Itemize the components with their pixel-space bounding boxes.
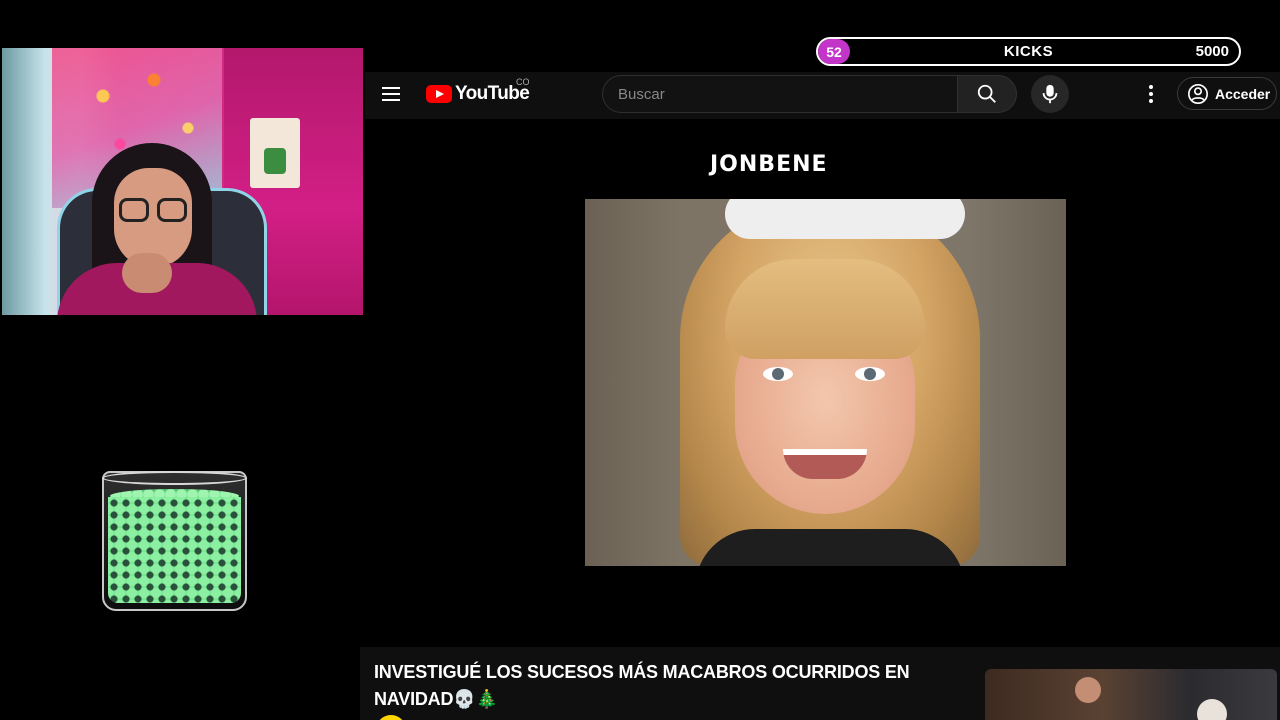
photo-shoulders bbox=[695, 529, 965, 566]
signin-button[interactable]: Acceder bbox=[1177, 77, 1277, 110]
voice-search-button[interactable] bbox=[1031, 75, 1069, 113]
photo-bangs bbox=[725, 259, 925, 359]
bean-jar-widget bbox=[102, 471, 247, 611]
thumbnail-person bbox=[1075, 677, 1101, 703]
video-overlay-title: JONBENE bbox=[710, 152, 828, 177]
video-player[interactable]: JONBENE bbox=[365, 120, 1280, 645]
jar-rim bbox=[102, 471, 247, 485]
signin-label: Acceder bbox=[1215, 85, 1271, 102]
photo-eye-right bbox=[855, 367, 885, 381]
youtube-logo-icon bbox=[426, 85, 452, 103]
country-code: CO bbox=[516, 77, 530, 87]
video-photo bbox=[585, 199, 1066, 566]
kicks-goal: 5000 bbox=[1195, 43, 1229, 60]
related-video-thumbnail[interactable] bbox=[985, 669, 1277, 720]
photo-bow bbox=[725, 199, 965, 239]
kicks-label: KICKS bbox=[1003, 43, 1054, 60]
more-vert-icon[interactable] bbox=[1141, 82, 1161, 106]
jar-beans bbox=[108, 497, 241, 603]
glasses bbox=[119, 198, 189, 224]
wall-poster bbox=[250, 118, 300, 188]
search-icon bbox=[977, 84, 996, 103]
youtube-logo[interactable]: YouTube CO bbox=[426, 77, 530, 105]
webcam-overlay bbox=[2, 48, 363, 315]
menu-icon[interactable] bbox=[382, 85, 402, 103]
thumbnail-plush bbox=[1197, 699, 1227, 720]
kicks-goal-bar: 52 KICKS 5000 bbox=[816, 37, 1241, 66]
video-info-panel: INVESTIGUÉ LOS SUCESOS MÁS MACABROS OCUR… bbox=[360, 647, 1280, 720]
account-icon bbox=[1188, 83, 1208, 104]
streamer-hand bbox=[122, 253, 172, 293]
video-headline[interactable]: INVESTIGUÉ LOS SUCESOS MÁS MACABROS OCUR… bbox=[374, 659, 934, 713]
mic-icon bbox=[1042, 84, 1058, 104]
search-button[interactable] bbox=[957, 75, 1017, 113]
youtube-header: YouTube CO Acceder bbox=[365, 72, 1280, 119]
search-input[interactable] bbox=[603, 76, 957, 112]
photo-eye-left bbox=[763, 367, 793, 381]
search-box bbox=[602, 75, 957, 113]
channel-avatar[interactable] bbox=[376, 715, 406, 720]
